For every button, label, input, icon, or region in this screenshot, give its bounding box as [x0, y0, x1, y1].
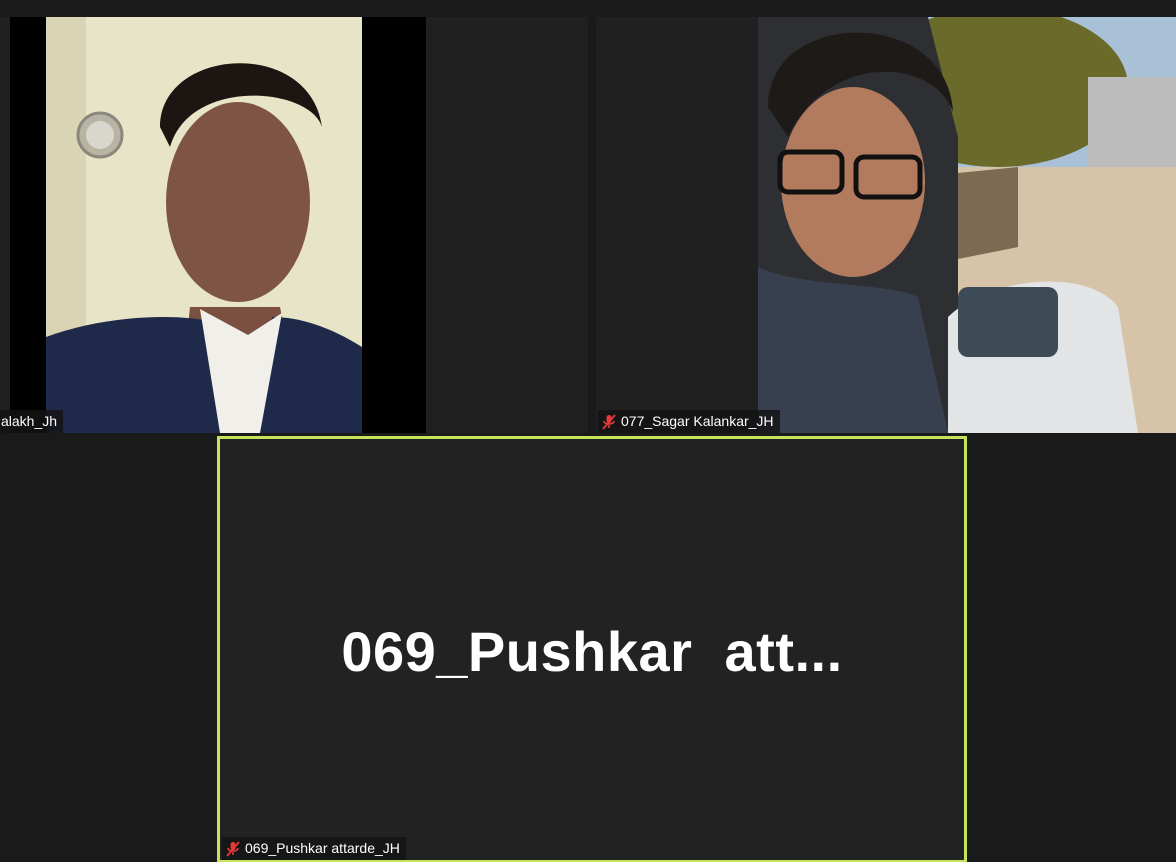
- microphone-muted-icon: [226, 840, 240, 857]
- participant-video: [758, 17, 1176, 433]
- participant-name: 069_Pushkar attarde_JH: [245, 840, 400, 856]
- participant-name-tag: 077_Sagar Kalankar_JH: [598, 410, 780, 433]
- participant-video-frame: [758, 17, 1176, 433]
- participant-display-name: 069_Pushkar att...: [341, 620, 843, 683]
- participant-tile[interactable]: alakh_Jh: [0, 17, 588, 433]
- microphone-muted-icon: [602, 413, 616, 430]
- participant-name-tag: 069_Pushkar attarde_JH: [222, 837, 406, 860]
- participant-name: 077_Sagar Kalankar_JH: [621, 413, 774, 429]
- participant-name-tag: alakh_Jh: [0, 410, 64, 433]
- participant-name: alakh_Jh: [1, 413, 58, 429]
- participant-video: [10, 17, 426, 433]
- active-speaker-tile[interactable]: 069_Pushkar att... 069_Pushkar attarde_J…: [217, 436, 967, 862]
- video-gallery: alakh_Jh 077_Sagar Kalankar_JH 069_Pushk…: [0, 0, 1176, 862]
- participant-tile[interactable]: 077_Sagar Kalankar_JH: [596, 17, 1176, 433]
- participant-video-frame: [10, 17, 426, 433]
